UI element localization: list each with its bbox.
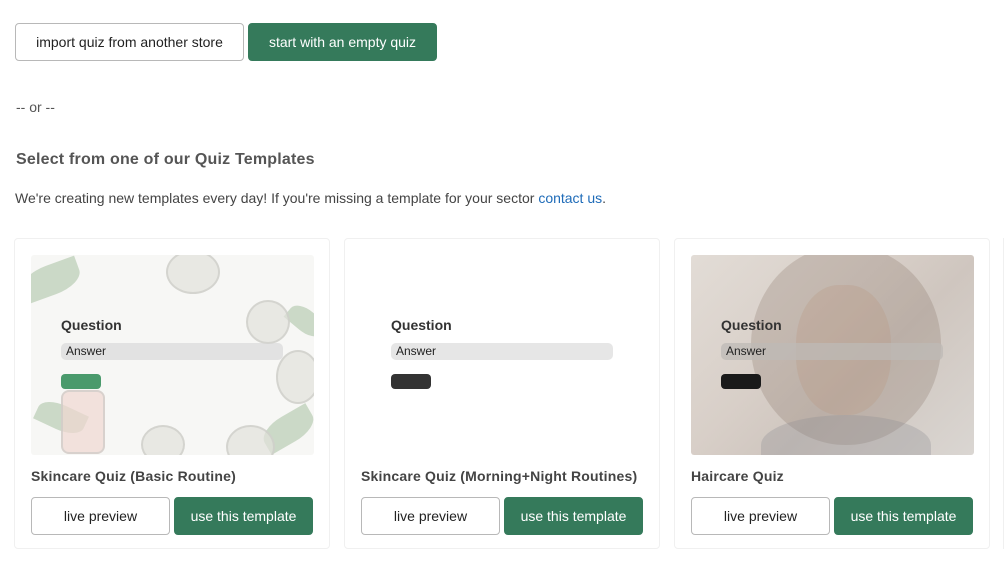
accent-button-swatch: [391, 374, 431, 389]
contact-us-link[interactable]: contact us: [538, 190, 602, 206]
or-separator: -- or --: [16, 99, 55, 115]
empty-quiz-button[interactable]: start with an empty quiz: [248, 23, 437, 61]
template-thumbnail: Question Answer: [691, 255, 974, 455]
answer-option: Answer: [391, 343, 613, 360]
accent-button-swatch: [721, 374, 761, 389]
accent-button-swatch: [61, 374, 101, 389]
card-title: Haircare Quiz: [691, 468, 784, 484]
live-preview-button[interactable]: live preview: [691, 497, 830, 535]
template-thumbnail: Question Answer: [31, 255, 314, 455]
use-template-button[interactable]: use this template: [834, 497, 973, 535]
answer-option: Answer: [721, 343, 943, 360]
question-label: Question: [721, 317, 782, 333]
template-card-haircare: Question Answer Haircare Quiz live previ…: [674, 238, 990, 549]
answer-option: Answer: [61, 343, 283, 360]
use-template-button[interactable]: use this template: [174, 497, 313, 535]
template-thumbnail: Question Answer: [361, 255, 644, 455]
description-text: We're creating new templates every day! …: [15, 190, 539, 206]
live-preview-button[interactable]: live preview: [361, 497, 500, 535]
description-end: .: [602, 190, 607, 206]
template-card-skincare-morning-night: Question Answer Skincare Quiz (Morning+N…: [344, 238, 660, 549]
question-label: Question: [391, 317, 452, 333]
template-card-skincare-basic: Question Answer Skincare Quiz (Basic Rou…: [14, 238, 330, 549]
import-quiz-button[interactable]: import quiz from another store: [15, 23, 244, 61]
card-title: Skincare Quiz (Basic Routine): [31, 468, 236, 484]
live-preview-button[interactable]: live preview: [31, 497, 170, 535]
card-title: Skincare Quiz (Morning+Night Routines): [361, 468, 638, 484]
question-label: Question: [61, 317, 122, 333]
use-template-button[interactable]: use this template: [504, 497, 643, 535]
section-description: We're creating new templates every day! …: [15, 190, 606, 206]
section-title: Select from one of our Quiz Templates: [16, 151, 315, 168]
